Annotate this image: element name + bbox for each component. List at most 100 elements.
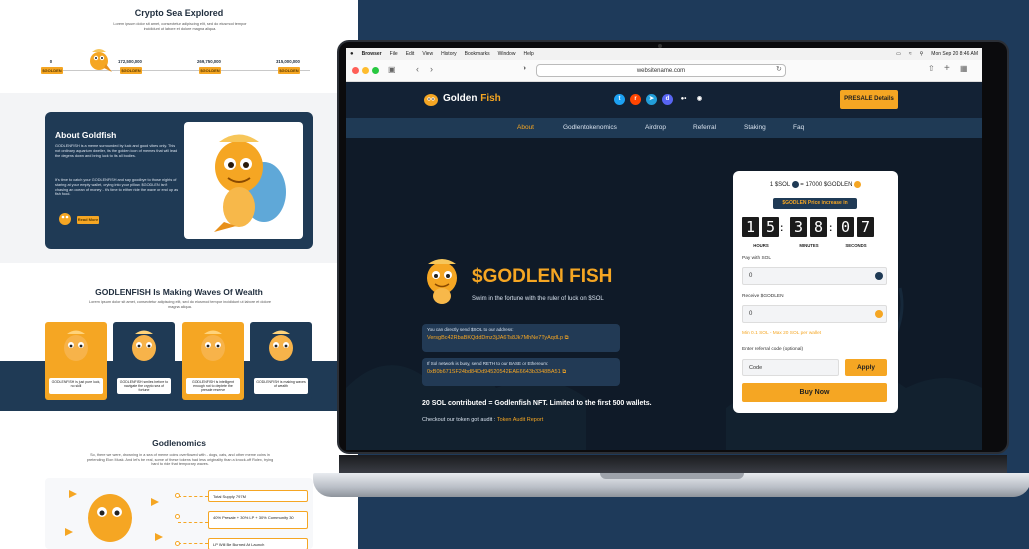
explored-desc: Lorem ipsum dolor sit amet, consectetur … (113, 22, 247, 31)
audit-line: Checkout our token got audit : Token Aud… (422, 417, 543, 423)
sidebar-toggle-icon[interactable]: ▣ (388, 65, 396, 74)
menu-item[interactable]: Help (523, 51, 533, 57)
godlen-coin-icon (854, 181, 862, 188)
hours-digit-1: 1 (742, 217, 759, 237)
milestone-badge: $GOLDEN (41, 67, 63, 74)
seconds-digit-1: 0 (837, 217, 854, 237)
bullet-icon (175, 541, 180, 546)
site-preview-column: Crypto Sea Explored Lorem ipsum dolor si… (0, 0, 358, 549)
close-window-button[interactable] (352, 67, 359, 74)
about-title: About Goldfish (55, 130, 117, 140)
receive-input[interactable]: 0 (742, 305, 887, 323)
medium-icon[interactable]: ●• (678, 94, 689, 105)
minimize-window-button[interactable] (362, 67, 369, 74)
brand-word-1: Golden (443, 93, 478, 104)
search-icon[interactable]: ⚲ (920, 51, 924, 57)
milestone-badge: $GOLDEN (120, 67, 142, 74)
feature-card-caption: GODLENFISH is intelligent enough not to … (186, 378, 240, 394)
bullet-icon (175, 493, 180, 498)
explored-title: Crypto Sea Explored (134, 8, 224, 18)
clock-text: Mon Sep 20 8:46 AM (931, 51, 978, 57)
goldfish-character-icon (214, 134, 286, 232)
reddit-icon[interactable]: r (630, 94, 641, 105)
milestone-value: 269,750,000 (197, 59, 221, 64)
logo-fish-icon[interactable] (422, 90, 440, 108)
nav-staking[interactable]: Staking (744, 124, 766, 131)
back-icon[interactable]: ‹ (416, 64, 419, 74)
sol-coin-icon (875, 272, 883, 280)
new-tab-icon[interactable]: + (944, 63, 950, 74)
address-bar[interactable]: websitename.com (536, 64, 786, 77)
nav-airdrop[interactable]: Airdrop (645, 124, 666, 131)
copy-icon[interactable]: ⧉ (565, 335, 569, 341)
feature-card: GODLENFISH is just pure luck, no skill (45, 322, 107, 400)
menu-item[interactable]: File (390, 51, 398, 57)
hero-title: $GODLEN FISH (472, 266, 613, 287)
goldfish-icon (201, 330, 225, 361)
maximize-window-button[interactable] (372, 67, 379, 74)
milestone-value: 315,000,000 (276, 59, 300, 64)
milestone-value: 0 (49, 59, 53, 64)
referral-code-input[interactable]: Code (742, 359, 839, 376)
sol-address: VersgBc42RbaBKQddDmz3jJA6Ts8Jk7MhNe7TyAq… (427, 335, 564, 341)
mac-menu-bar: ● Browser File Edit View History Bookmar… (346, 48, 982, 60)
github-icon[interactable]: ◉ (694, 94, 705, 105)
audit-link[interactable]: Token Audit Report (497, 417, 543, 423)
minutes-digit-2: 8 (810, 217, 827, 237)
seconds-label: SECONDS (845, 243, 867, 248)
forward-icon[interactable]: › (430, 64, 433, 74)
site-header: Golden Fish t r ➤ d ●• ◉ PRESALE Details (346, 82, 982, 118)
share-icon[interactable]: ⇧ (928, 64, 935, 73)
tab-overview-icon[interactable]: ▦ (960, 64, 968, 73)
telegram-icon[interactable]: ➤ (646, 94, 657, 105)
hero-subtitle: Swim in the fortune with the ruler of lu… (472, 296, 604, 302)
receive-label: Receive $GODLEN (742, 294, 784, 299)
nav-faq[interactable]: Faq (793, 124, 804, 131)
feature-card: GODLENFISH smiles before to navigate the… (113, 322, 175, 400)
battery-icon[interactable]: ▭ (896, 51, 901, 57)
menu-item[interactable]: Browser (362, 51, 382, 57)
twitter-icon[interactable]: t (614, 94, 625, 105)
minutes-label: MINUTES (799, 243, 819, 248)
contribution-note: 20 SOL contributed = Godlenfish NFT. Lim… (422, 400, 652, 407)
feature-card: GODLENFISH is intelligent enough not to … (182, 322, 244, 400)
menu-item[interactable]: Window (498, 51, 516, 57)
limits-note: Min 0.1 SOL - Max 20 SOL per wallet (742, 331, 822, 336)
apple-icon[interactable]: ● (350, 51, 354, 57)
menu-item[interactable]: Edit (406, 51, 415, 57)
read-more-button[interactable]: Read More (77, 216, 99, 224)
sol-coin-icon (791, 181, 799, 188)
copy-icon[interactable]: ⧉ (562, 369, 566, 375)
menu-item[interactable]: History (441, 51, 457, 57)
wifi-icon[interactable]: ≈ (909, 51, 912, 57)
sol-address-label: You can directly send $SOL to our addres… (427, 327, 514, 332)
pay-input[interactable]: 0 (742, 267, 887, 285)
brand-logo[interactable]: Golden Fish (443, 93, 501, 104)
rate-right: 17000 $GODLEN (805, 182, 853, 189)
presale-details-button[interactable]: PRESALE Details (840, 90, 898, 109)
price-increase-badge: $GODLEN Price increase in (773, 198, 857, 209)
nav-referral[interactable]: Referral (693, 124, 716, 131)
nav-tokenomics[interactable]: Godlentokenomics (563, 124, 617, 131)
discord-icon[interactable]: d (662, 94, 673, 105)
eth-address: 0xB0b671SF24bd84Dd94520542EAE6643b3348BA… (427, 369, 561, 375)
menu-item[interactable]: View (422, 51, 433, 57)
pay-label: Pay with SOL (742, 256, 772, 261)
waves-title: GODLENFISH Is Making Waves Of Wealth (95, 287, 263, 297)
buy-now-button[interactable]: Buy Now (742, 383, 887, 402)
presale-card: 1 $SOL = 17000 $GODLEN $GODLEN Price inc… (733, 171, 898, 413)
menu-item[interactable]: Bookmarks (465, 51, 490, 57)
feature-card-caption: GODLENFISH is just pure luck, no skill (49, 378, 103, 394)
laptop-screen: ● Browser File Edit View History Bookmar… (346, 48, 982, 450)
site-nav: About Godlentokenomics Airdrop Referral … (346, 118, 982, 138)
privacy-shield-icon[interactable]: ◑ (522, 65, 526, 72)
feature-card: GODLENFISH is making waves of wealth (250, 322, 312, 400)
feature-card-caption: GODLENFISH smiles before to navigate the… (117, 378, 171, 394)
reload-icon[interactable]: ↻ (776, 65, 782, 73)
apply-button[interactable]: Apply (845, 359, 887, 376)
nav-about[interactable]: About (517, 124, 534, 131)
rate-line: 1 $SOL = 17000 $GODLEN (733, 181, 898, 188)
tokenomics-item: Total Supply 797M (208, 490, 308, 502)
laptop-hinge (339, 455, 1007, 473)
waves-desc: Lorem ipsum dolor sit amet, consectetur … (89, 300, 271, 309)
